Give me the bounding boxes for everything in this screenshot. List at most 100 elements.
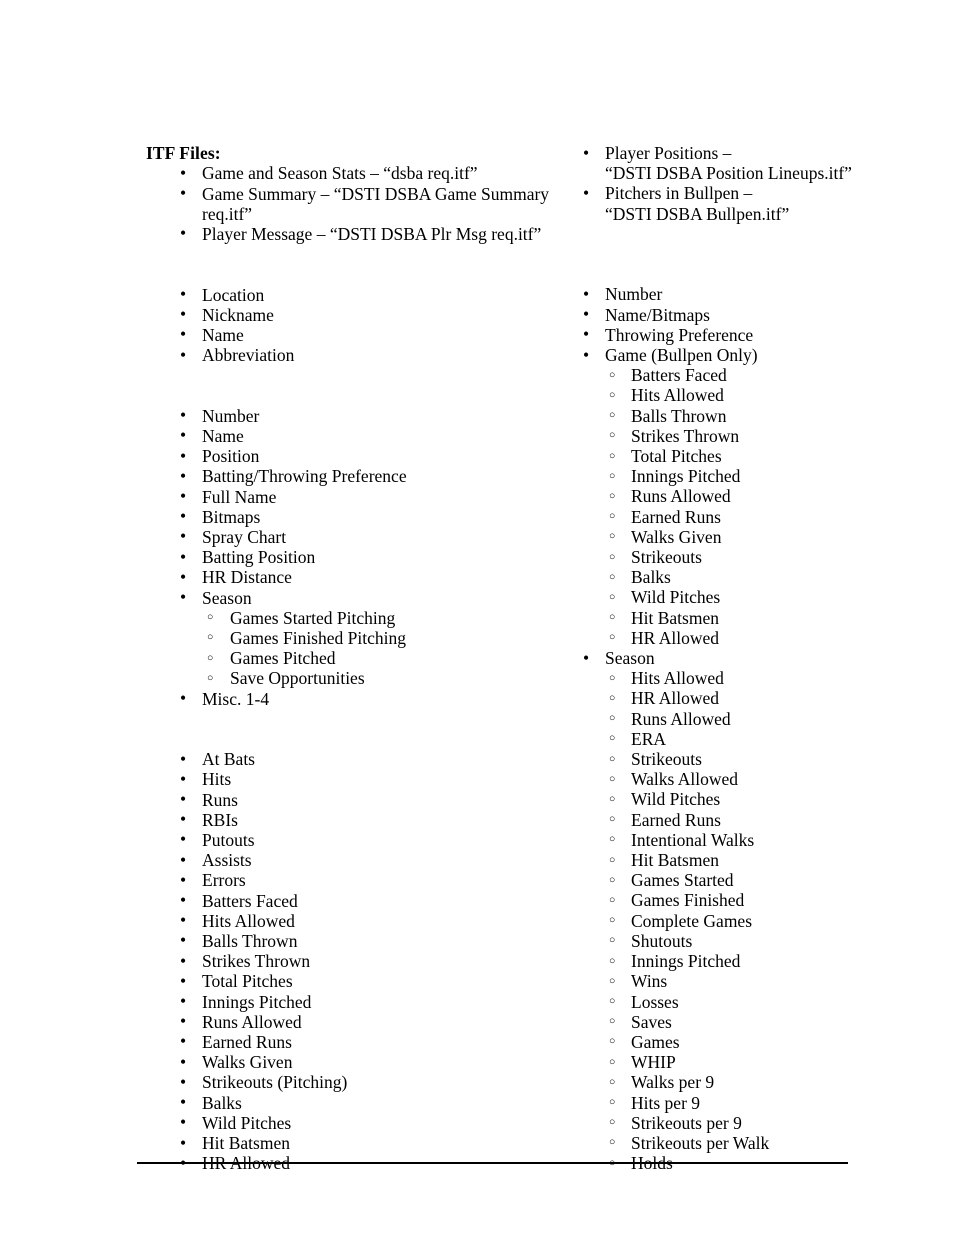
list-item: Games Started Pitching xyxy=(202,608,557,629)
list-item: Strikeouts xyxy=(605,547,953,568)
itf-files-right-list: Player Positions – “DSTI DSBA Position L… xyxy=(553,142,953,224)
stat-label: Wins xyxy=(631,971,668,992)
list-item: Batting/Throwing Preference xyxy=(137,466,557,487)
list-item: Batters Faced xyxy=(137,890,557,911)
list-item: Hits Allowed xyxy=(605,668,953,689)
list-item: Batting Position xyxy=(137,547,557,568)
list-item: Number xyxy=(137,405,557,426)
stat-label: Earned Runs xyxy=(631,506,721,527)
list-item: Position xyxy=(137,446,557,467)
stat-label: Hits Allowed xyxy=(631,668,724,689)
field-label: Games Finished Pitching xyxy=(230,627,406,648)
stat-label: Walks per 9 xyxy=(631,1072,715,1093)
stat-label: Losses xyxy=(631,991,679,1012)
list-item: Hits Allowed xyxy=(137,910,557,931)
list-item: Location xyxy=(137,284,557,305)
field-label: Name/Bitmaps xyxy=(605,304,710,325)
list-item: Strikeouts xyxy=(605,749,953,770)
list-item: Game (Bullpen Only) Batters Faced Hits A… xyxy=(553,344,953,649)
list-item: Full Name xyxy=(137,486,557,507)
list-item: Wins xyxy=(605,971,953,992)
itf-file-label: Player Message – “DSTI DSBA Plr Msg req.… xyxy=(202,223,542,244)
list-item: Innings Pitched xyxy=(605,466,953,487)
stat-label: WHIP xyxy=(631,1052,676,1073)
page-content: ITF Files: Game and Season Stats – “dsba… xyxy=(0,0,954,1235)
field-label: HR Distance xyxy=(202,567,292,588)
field-label: Number xyxy=(202,405,260,426)
list-item: Hit Batsmen xyxy=(605,607,953,629)
bullpen-fields-list: Number Name/Bitmaps Throwing Preference … xyxy=(553,284,953,1174)
list-item: Pitchers in Bullpen – “DSTI DSBA Bullpen… xyxy=(553,183,953,224)
list-item: Losses xyxy=(605,991,953,1013)
stat-label: Earned Runs xyxy=(202,1031,292,1052)
stat-label: Balks xyxy=(631,567,671,588)
field-label: Game (Bullpen Only) xyxy=(605,345,758,365)
list-item: Walks Allowed xyxy=(605,769,953,790)
field-label: Bitmaps xyxy=(202,506,261,527)
list-item: Balls Thrown xyxy=(137,930,557,951)
stat-label: Hit Batsmen xyxy=(202,1133,290,1153)
list-item: Games xyxy=(605,1031,953,1053)
itf-file-line2: “DSTI DSBA Position Lineups.itf” xyxy=(605,163,852,184)
stat-label: Runs Allowed xyxy=(631,708,731,729)
list-item: Runs xyxy=(137,789,557,810)
list-item: HR Allowed xyxy=(605,688,953,709)
list-item: Innings Pitched xyxy=(137,991,557,1012)
stat-label: Innings Pitched xyxy=(631,466,741,487)
list-item: Name xyxy=(137,425,557,446)
list-item: Intentional Walks xyxy=(605,830,953,851)
field-label: Full Name xyxy=(202,486,277,507)
stat-label: ERA xyxy=(631,728,666,749)
list-item: Strikes Thrown xyxy=(605,425,953,447)
list-item: Bitmaps xyxy=(137,506,557,527)
game-stats-list: At Bats Hits Runs RBIs Putouts xyxy=(137,749,557,1174)
list-item: Balls Thrown xyxy=(605,406,953,427)
stat-label: Strikes Thrown xyxy=(631,425,740,446)
footer-divider xyxy=(137,1162,848,1164)
itf-file-line1: Pitchers in Bullpen – xyxy=(605,183,753,204)
stat-label: Hit Batsmen xyxy=(631,607,719,628)
list-item: Spray Chart xyxy=(137,526,557,547)
season-sub-list: Games Started Pitching Games Finished Pi… xyxy=(202,608,557,690)
field-label: Throwing Preference xyxy=(605,324,754,345)
list-item: Runs Allowed xyxy=(137,1011,557,1032)
list-item: Runs Allowed xyxy=(605,708,953,730)
list-item: RBIs xyxy=(137,809,557,830)
list-item: ERA xyxy=(605,728,953,750)
list-item: Season Games Started Pitching Games Fini… xyxy=(137,587,557,690)
list-item: Hits xyxy=(137,769,557,790)
list-item: Save Opportunities xyxy=(202,668,557,689)
list-item: Earned Runs xyxy=(137,1031,557,1052)
stat-label: Strikeouts xyxy=(631,749,702,770)
itf-file-label: Pitchers in Bullpen – “DSTI DSBA Bullpen… xyxy=(605,183,953,223)
stat-label: Strikes Thrown xyxy=(202,951,311,972)
list-item: Games Finished Pitching xyxy=(202,627,557,649)
field-label: Nickname xyxy=(202,304,274,325)
list-item: Errors xyxy=(137,870,557,891)
field-label: Save Opportunities xyxy=(230,668,365,689)
field-label: Batting Position xyxy=(202,547,316,568)
list-item: At Bats xyxy=(137,749,557,770)
list-item: Total Pitches xyxy=(605,446,953,467)
team-fields-list: Location Nickname Name Abbreviation xyxy=(137,284,557,366)
list-item: Name/Bitmaps xyxy=(553,304,953,325)
stat-label: RBIs xyxy=(202,809,238,830)
stat-label: Hits xyxy=(202,769,232,790)
list-item: Nickname xyxy=(137,304,557,325)
list-item: Walks per 9 xyxy=(605,1072,953,1093)
right-column: Player Positions – “DSTI DSBA Position L… xyxy=(553,142,953,1174)
list-item: Games Pitched xyxy=(202,648,557,669)
list-item: Number xyxy=(553,284,953,305)
stat-label: Balls Thrown xyxy=(202,930,298,951)
list-item: Game and Season Stats – “dsba req.itf” xyxy=(137,163,557,184)
stat-label: Games xyxy=(631,1031,680,1052)
list-item: Hits per 9 xyxy=(605,1093,953,1114)
stat-label: Putouts xyxy=(202,829,255,850)
list-item: HR Allowed xyxy=(605,628,953,649)
stat-label: Strikeouts xyxy=(631,547,702,568)
page-title: ITF Files: xyxy=(146,143,221,163)
list-item: Strikes Thrown xyxy=(137,951,557,972)
stat-label: Total Pitches xyxy=(631,446,722,467)
player-fields-list: Number Name Position Batting/Throwing Pr… xyxy=(137,405,557,709)
